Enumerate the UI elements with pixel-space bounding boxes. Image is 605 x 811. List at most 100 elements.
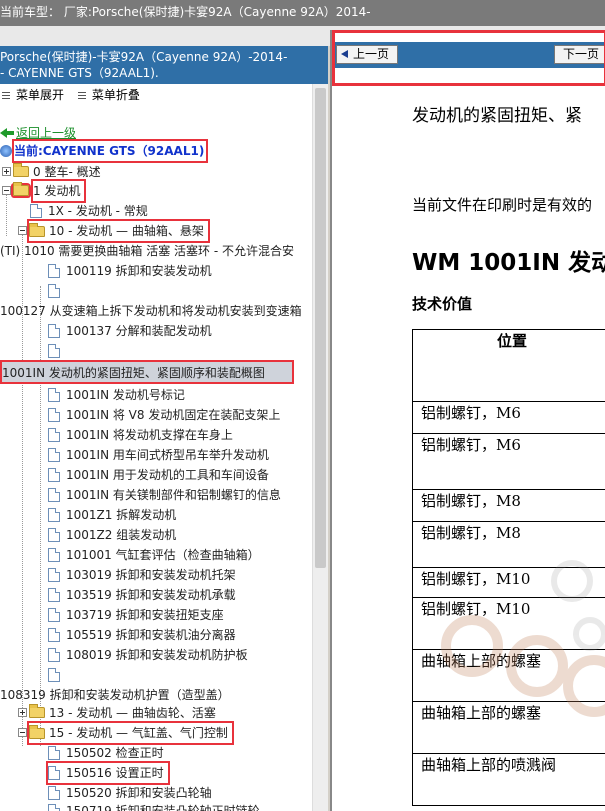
tree-item-d12[interactable]: 103719 拆卸和安装扭矩支座 xyxy=(48,604,224,624)
tree-scrollbar[interactable] xyxy=(312,84,328,811)
back-arrow-icon xyxy=(0,127,14,138)
next-page-button[interactable]: 下一页 xyxy=(554,45,605,64)
tree-item-150502[interactable]: 150502 检查正时 xyxy=(48,742,164,762)
tree-item-d9[interactable]: 101001 气缸套评估（检查曲轴箱） xyxy=(48,544,260,564)
scrollbar-thumb[interactable] xyxy=(315,88,326,568)
table-row: 铝制螺钉，M10 xyxy=(412,567,605,598)
tree-back-link[interactable]: 返回上一级 xyxy=(0,122,76,142)
document-icon xyxy=(48,587,60,602)
vehicle-header-line2: - CAYENNE GTS（92AAL1). xyxy=(0,66,159,80)
document-icon xyxy=(48,467,60,482)
table-header-row: 位置 xyxy=(412,329,605,402)
table-row: 曲轴箱上部的螺塞 xyxy=(412,701,605,754)
vehicle-title-bar: 当前车型： 厂家:Porsche(保时捷)卡宴92A（Cayenne 92A）2… xyxy=(0,0,605,26)
folder-icon xyxy=(13,163,29,177)
doc-subtitle: 技术价值 xyxy=(412,295,473,313)
tree-item-100137[interactable]: 100137 分解和装配发动机 xyxy=(48,320,212,340)
tree-item-15[interactable]: 15 - 发动机 — 气缸盖、气门控制 xyxy=(18,720,234,745)
folder-open-icon xyxy=(29,222,45,237)
prev-page-button[interactable]: 上一页 xyxy=(336,45,399,64)
menu-bar: 菜单展开 菜单折叠 xyxy=(0,84,312,106)
document-icon xyxy=(30,203,42,218)
collapse-icon[interactable] xyxy=(18,728,27,737)
document-icon xyxy=(48,745,60,760)
tree-item-10[interactable]: 10 - 发动机 — 曲轴箱、悬架 xyxy=(18,218,210,243)
page-nav: 上一页 下一页 xyxy=(332,30,605,86)
spec-table: 位置 铝制螺钉，M6 铝制螺钉，M6 铝制螺钉，M8 铝制螺钉，M8 铝制螺钉，… xyxy=(412,329,605,806)
expand-icon[interactable] xyxy=(2,167,11,176)
folder-open-icon xyxy=(29,724,45,739)
tree-item-1010[interactable]: (TI) 1010 需要更换曲轴箱 活塞 活塞环 - 不允许混合安 xyxy=(0,240,294,260)
tree-item-d4[interactable]: 1001IN 用车间式桥型吊车举升发动机 xyxy=(48,444,269,464)
folder-open-icon xyxy=(11,182,31,198)
document-icon xyxy=(48,627,60,642)
document-icon xyxy=(48,527,60,542)
tree-item-d11[interactable]: 103519 拆卸和安装发动机承载 xyxy=(48,584,236,604)
tree-line xyxy=(40,286,41,746)
table-row: 铝制螺钉，M10 xyxy=(412,597,605,650)
menu-icon xyxy=(77,91,86,100)
document-icon xyxy=(48,547,60,562)
collapse-icon[interactable] xyxy=(2,186,11,195)
tree-item-d13[interactable]: 105519 拆卸和安装机油分离器 xyxy=(48,624,236,644)
document-icon xyxy=(48,487,60,502)
tree-item-1[interactable]: 1 发动机 xyxy=(2,178,87,203)
tree-item-d7[interactable]: 1001Z1 拆解发动机 xyxy=(48,504,176,524)
doc-intro-text: 发动机的紧固扭矩、紧 xyxy=(412,106,582,126)
tree-doc-blank[interactable] xyxy=(48,340,66,360)
document-icon xyxy=(48,785,60,800)
tree-item-100119[interactable]: 100119 拆卸和安装发动机 xyxy=(48,260,212,280)
arrow-left-icon xyxy=(341,50,348,58)
tree-item-150516[interactable]: 150516 设置正时 xyxy=(46,760,170,785)
vehicle-icon xyxy=(0,144,12,157)
document-icon xyxy=(48,427,60,442)
tree-item-d5[interactable]: 1001IN 用于发动机的工具和车间设备 xyxy=(48,464,269,484)
document-icon xyxy=(48,647,60,662)
tree-item-d14[interactable]: 108019 拆卸和安装发动机防护板 xyxy=(48,644,248,664)
document-panel: 上一页 下一页 发动机的紧固扭矩、紧 当前文件在印刷时是有效的 WM 1001I… xyxy=(330,30,605,811)
table-row: 曲轴箱上部的喷溅阀 xyxy=(412,753,605,806)
menu-icon xyxy=(2,91,10,100)
tree-view: 返回上一级 当前:CAYENNE GTS（92AAL1) 0 整车- 概述 1 … xyxy=(0,116,312,811)
document-icon xyxy=(48,283,60,298)
expand-icon[interactable] xyxy=(18,708,27,717)
tree-doc-blank[interactable] xyxy=(48,664,66,684)
table-row: 铝制螺钉，M8 xyxy=(412,489,605,522)
tree-doc-blank[interactable] xyxy=(48,280,66,300)
tree-item-d2[interactable]: 1001IN 将 V8 发动机固定在装配支架上 xyxy=(48,404,280,424)
tree-item-d1[interactable]: 1001IN 发动机号标记 xyxy=(48,384,185,404)
document-icon xyxy=(48,667,60,682)
document-icon xyxy=(48,407,60,422)
tree-item-150520[interactable]: 150520 拆卸和安装凸轮轴 xyxy=(48,782,212,802)
document-icon xyxy=(48,323,60,338)
doc-title: WM 1001IN 发动 xyxy=(412,250,605,276)
document-icon xyxy=(48,607,60,622)
tree-item-108319[interactable]: 108319 拆卸和安装发动机护置（造型盖） xyxy=(0,684,230,704)
collapse-icon[interactable] xyxy=(18,226,27,235)
document-icon xyxy=(48,567,60,582)
tree-item-d6[interactable]: 1001IN 有关镁制部件和铝制螺钉的信息 xyxy=(48,484,281,504)
tree-current-node: 当前:CAYENNE GTS（92AAL1) xyxy=(0,138,209,163)
vehicle-header: Porsche(保时捷)-卡宴92A（Cayenne 92A）-2014- - … xyxy=(0,46,328,84)
document-icon xyxy=(48,343,60,358)
table-header-position: 位置 xyxy=(412,329,605,402)
table-row: 铝制螺钉，M8 xyxy=(412,521,605,568)
tree-item-1001in-selected[interactable]: 1001IN 发动机的紧固扭矩、紧固顺序和装配概图 xyxy=(0,360,294,384)
document-icon xyxy=(48,766,60,780)
tree-item-100127[interactable]: 100127 从变速箱上拆下发动机和将发动机安装到变速箱 xyxy=(0,300,302,320)
document-content: 发动机的紧固扭矩、紧 当前文件在印刷时是有效的 WM 1001IN 发动 技术价… xyxy=(332,86,605,811)
page-nav-bar: 上一页 下一页 xyxy=(332,42,605,68)
tree-item-d8[interactable]: 1001Z2 组装发动机 xyxy=(48,524,176,544)
document-icon xyxy=(48,507,60,522)
tree-item-13[interactable]: 13 - 发动机 — 曲轴齿轮、活塞 xyxy=(18,702,216,722)
tree-item-1x[interactable]: 1X - 发动机 - 常规 xyxy=(30,200,148,220)
tree-item-d3[interactable]: 1001IN 将发动机支撑在车身上 xyxy=(48,424,233,444)
document-icon xyxy=(48,263,60,278)
tree-item-150719[interactable]: 150719 拆卸和安装凸轮轴正时链轮 xyxy=(48,800,260,811)
tree-item-0[interactable]: 0 整车- 概述 xyxy=(2,161,101,181)
collapse-menu-button[interactable]: 菜单折叠 xyxy=(77,84,140,106)
left-panel: Porsche(保时捷)-卡宴92A（Cayenne 92A）-2014- - … xyxy=(0,46,328,811)
document-icon xyxy=(48,447,60,462)
expand-menu-button[interactable]: 菜单展开 xyxy=(2,84,64,106)
tree-item-d10[interactable]: 103019 拆卸和安装发动机托架 xyxy=(48,564,236,584)
